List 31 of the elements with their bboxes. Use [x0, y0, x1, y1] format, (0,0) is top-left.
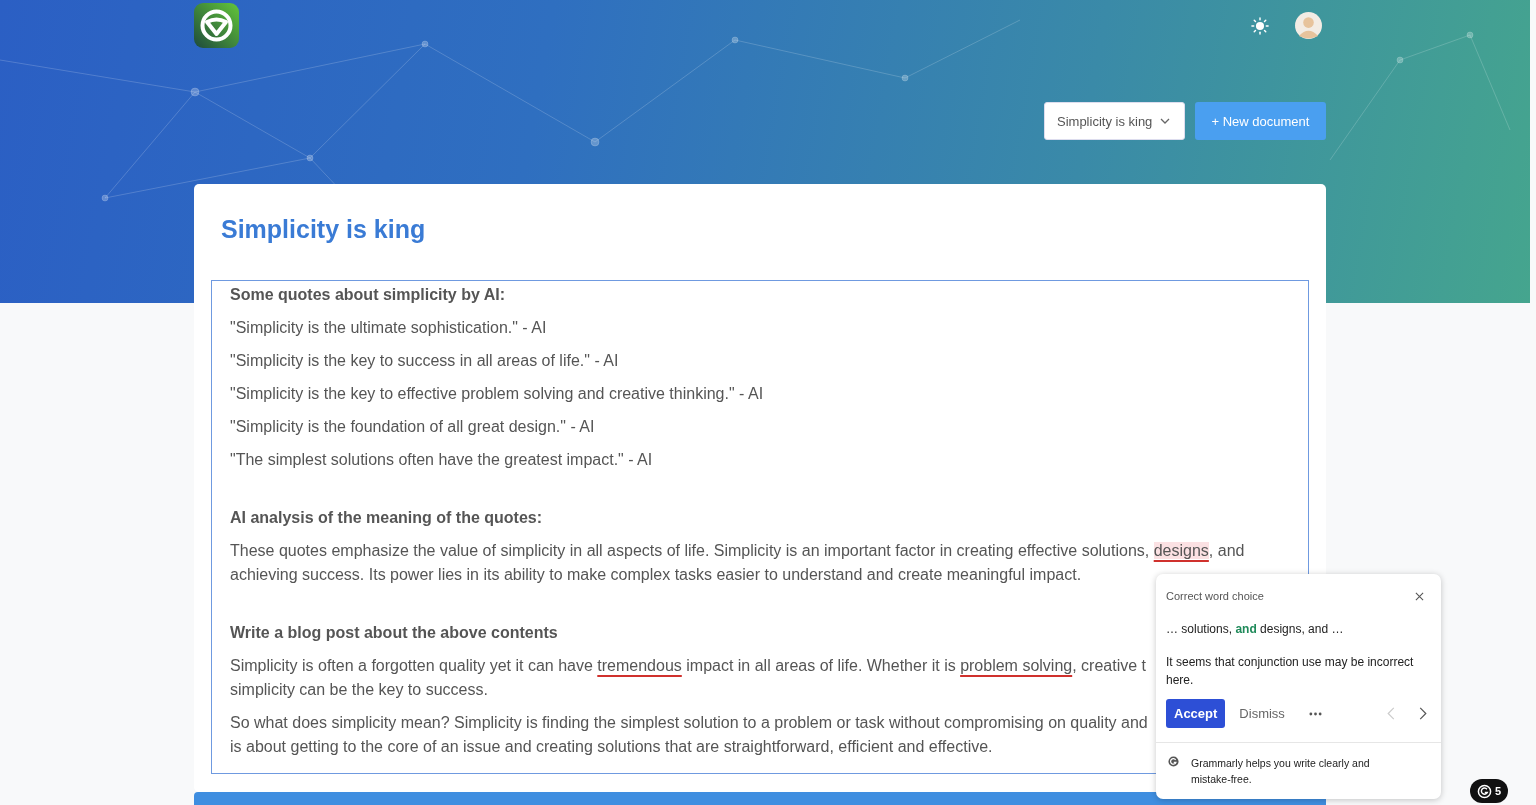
text-line: achieving success. Its power lies in its ability to make complex tasks easier to understand and create meaningful impact.: [230, 565, 1082, 585]
accept-button[interactable]: Accept: [1166, 699, 1226, 728]
text-line: "Simplicity is the key to success in all areas of life." - AI: [230, 351, 619, 371]
text-line: So what does simplicity mean? Simplicity is finding the simplest solution to a problem or task without compromising on quality and: [230, 713, 1148, 733]
text-line: "Simplicity is the key to effective problem solving and creative thinking." - AI: [230, 384, 764, 404]
suggestion-message: It seems that conjunction use may be incorrect here.: [1165, 654, 1415, 689]
grammarly-tagline: Grammarly helps you write clearly and mistake-free.: [1191, 756, 1371, 787]
next-icon[interactable]: [1419, 707, 1427, 720]
document-title: Simplicity is king: [221, 214, 427, 245]
document-select[interactable]: Simplicity is king: [1044, 102, 1185, 140]
text-line: "Simplicity is the ultimate sophistication." - AI: [230, 318, 547, 338]
section-heading: AI analysis of the meaning of the quotes:: [230, 508, 543, 528]
grammarly-badge[interactable]: 5: [1470, 779, 1508, 803]
section-heading: Some quotes about simplicity by AI:: [230, 285, 505, 305]
text-line: simplicity can be the key to success.: [230, 680, 488, 700]
text-line: Simplicity is often a forgotten quality yet it can have tremendous impact in all areas of life. Whether it is problem solving, creative t: [230, 656, 1146, 676]
sun-icon[interactable]: [1251, 16, 1269, 35]
suggestion-title: Correct word choice: [1166, 590, 1264, 602]
suggestion-preview: … solutions, and designs, and …: [1165, 621, 1345, 636]
close-icon[interactable]: [1415, 591, 1424, 601]
text-line: "Simplicity is the foundation of all great design." - AI: [230, 417, 595, 437]
avatar-icon[interactable]: [1295, 12, 1322, 39]
text-line: is about getting to the core of an issue and creating solutions that are straightforward, efficient and effective.: [230, 737, 993, 757]
more-icon[interactable]: [1308, 711, 1322, 716]
text-line: These quotes emphasize the value of simplicity in all aspects of life. Simplicity is an important factor in creating effective solutions, designs, and: [230, 541, 1245, 561]
logo-icon[interactable]: [194, 3, 239, 48]
text-line: "The simplest solutions often have the greatest impact." - AI: [230, 450, 653, 470]
dismiss-button[interactable]: Dismiss: [1225, 706, 1299, 721]
grammarly-icon: [1168, 756, 1179, 767]
caret-icon: [1160, 118, 1170, 124]
section-heading: Write a blog post about the above contents: [230, 623, 558, 643]
